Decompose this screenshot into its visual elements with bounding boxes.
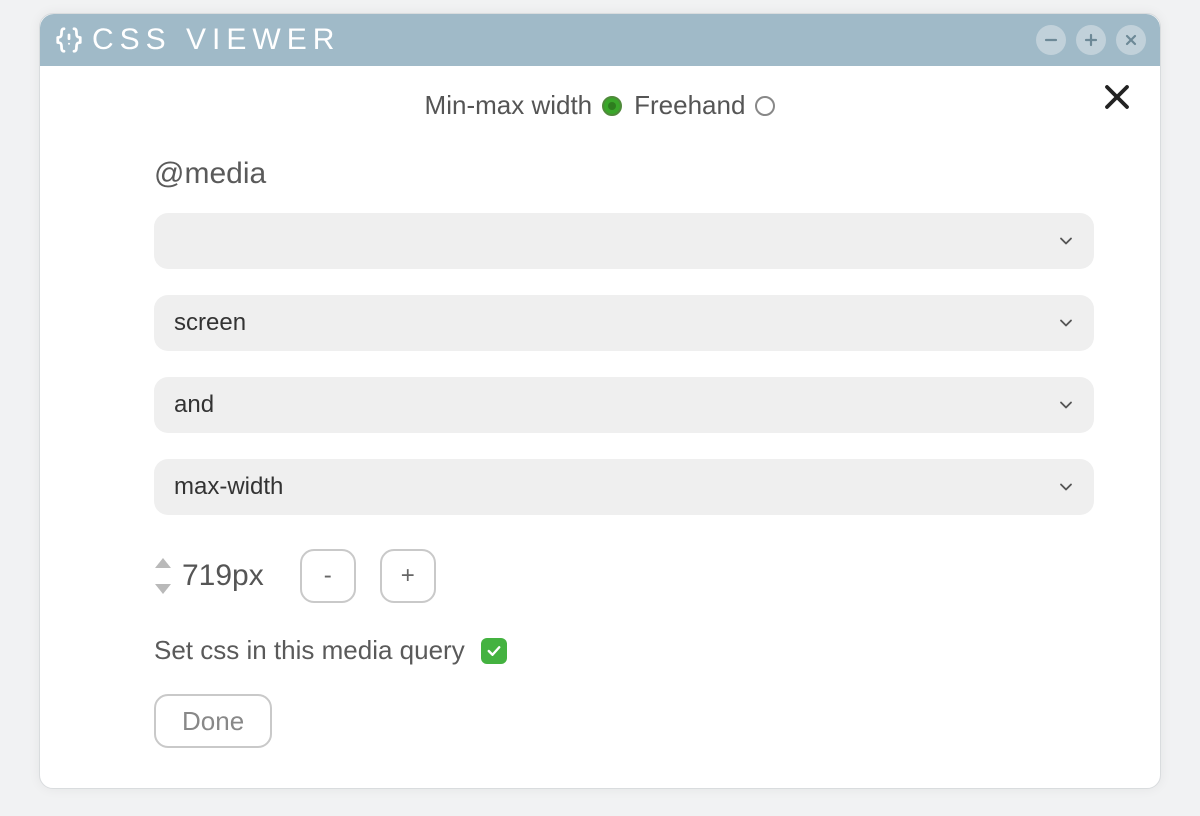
set-css-label: Set css in this media query (154, 635, 465, 666)
dropdown-operator[interactable]: and (154, 377, 1094, 433)
done-button-label: Done (182, 706, 244, 737)
dropdown-operator-value: and (174, 391, 214, 419)
value-row: 719px - + (154, 549, 1130, 603)
dropdown-feature-value: max-width (174, 473, 283, 501)
plus-icon: + (401, 562, 415, 590)
chevron-down-icon (1056, 477, 1076, 497)
set-css-row: Set css in this media query (154, 635, 1130, 666)
mode-option-freehand[interactable]: Freehand (634, 90, 775, 121)
window-title: CSS VIEWER (92, 23, 340, 57)
braces-icon (54, 25, 92, 55)
media-label: @media (154, 157, 1130, 191)
done-button[interactable]: Done (154, 694, 272, 748)
dropdown-group: screen and max-width (154, 213, 1094, 515)
titlebar: CSS VIEWER (40, 14, 1160, 66)
decrement-button[interactable]: - (300, 549, 356, 603)
panel-body: Min-max width Freehand @media screen (40, 66, 1160, 768)
stepper-buttons: - + (300, 549, 436, 603)
dropdown-media-type-value: screen (174, 309, 246, 337)
radio-checked-icon (602, 96, 622, 116)
close-panel-button[interactable] (1098, 78, 1136, 116)
dropdown-feature[interactable]: max-width (154, 459, 1094, 515)
radio-unchecked-icon (755, 96, 775, 116)
mode-selector: Min-max width Freehand (70, 90, 1130, 121)
width-value: 719px (182, 559, 264, 593)
dropdown-media-type[interactable]: screen (154, 295, 1094, 351)
width-spinner[interactable]: 719px (154, 557, 264, 595)
title-left: CSS VIEWER (54, 23, 340, 57)
minimize-button[interactable] (1036, 25, 1066, 55)
spinner-arrows[interactable] (154, 557, 172, 595)
chevron-down-icon (1056, 395, 1076, 415)
arrow-up-icon[interactable] (154, 557, 172, 569)
css-viewer-window: CSS VIEWER (39, 13, 1161, 789)
arrow-down-icon[interactable] (154, 583, 172, 595)
add-button[interactable] (1076, 25, 1106, 55)
dropdown-prefix[interactable] (154, 213, 1094, 269)
minus-icon: - (324, 562, 332, 590)
increment-button[interactable]: + (380, 549, 436, 603)
mode-option-minmax[interactable]: Min-max width (425, 90, 623, 121)
titlebar-controls (1036, 25, 1146, 55)
check-icon (485, 642, 503, 660)
chevron-down-icon (1056, 231, 1076, 251)
mode-option-freehand-label: Freehand (634, 90, 745, 121)
mode-option-minmax-label: Min-max width (425, 90, 593, 121)
chevron-down-icon (1056, 313, 1076, 333)
set-css-checkbox[interactable] (481, 638, 507, 664)
close-window-button[interactable] (1116, 25, 1146, 55)
